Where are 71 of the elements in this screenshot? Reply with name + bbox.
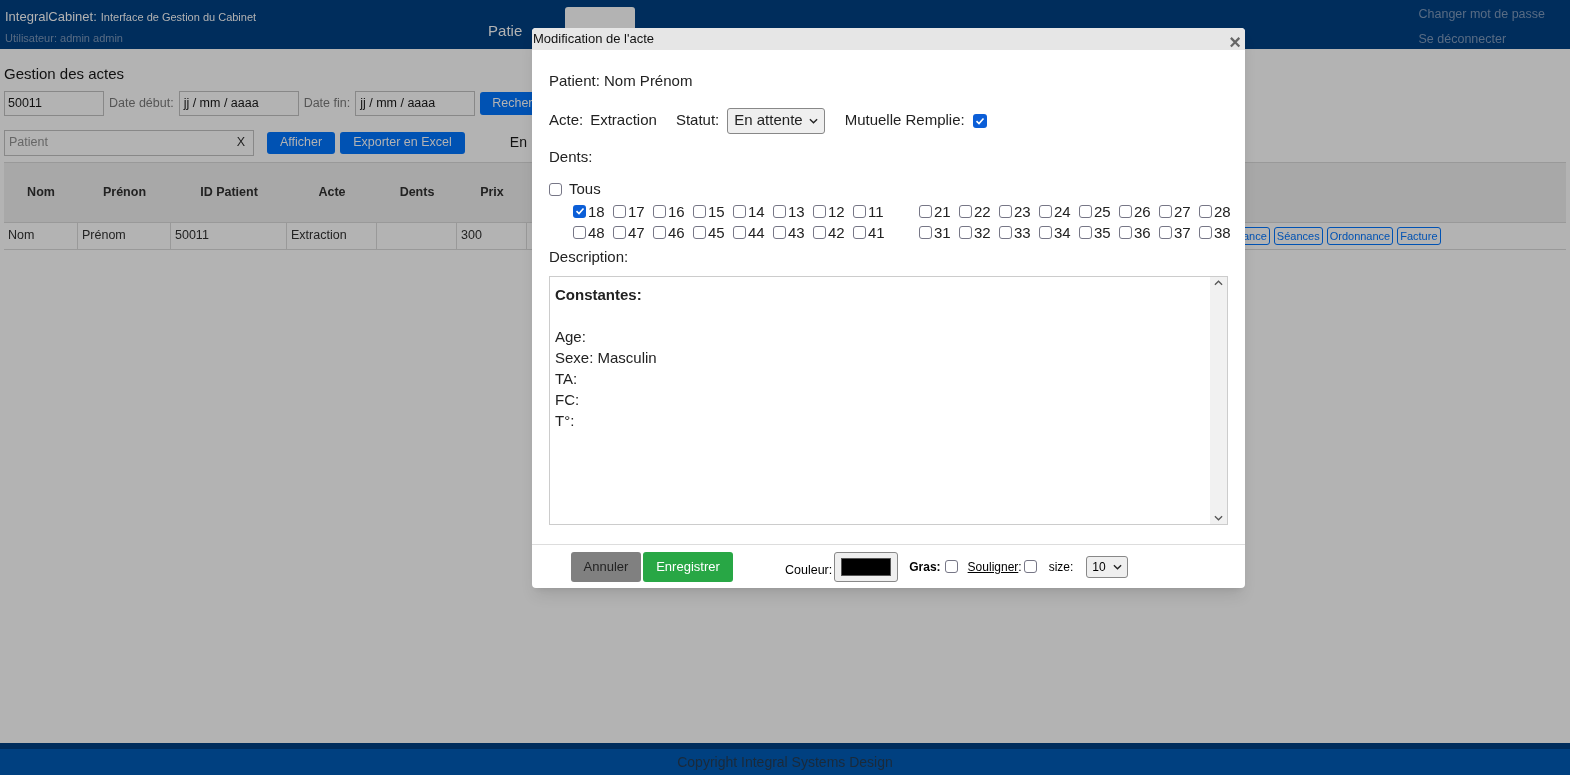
description-line: Constantes: [555,285,642,305]
tooth-label: 47 [628,222,645,243]
description-line: FC: [555,390,580,410]
tooth-label: 28 [1214,201,1231,222]
all-label: Tous [569,179,601,199]
tooth-label: 22 [974,201,991,222]
tooth-label: 35 [1094,222,1111,243]
table-cell: Nom [4,222,78,249]
description-line: TA: [555,369,578,389]
insurance-label: Mutuelle Remplie: [844,110,965,131]
tooth-label: 17 [628,201,645,222]
status-label: Statut: [675,110,720,131]
description-line: Age: [555,327,586,347]
page-title: Gestion des actes [4,64,125,84]
table-cell: Extraction [287,222,377,249]
column-header: Nom [26,183,56,201]
tooth-label: 36 [1134,222,1151,243]
tooth-label: 43 [788,222,805,243]
user-label: Utilisateur: admin admin [5,30,124,46]
app-name: IntegralCabinet: [5,8,97,26]
column-header: Prénon [101,183,148,201]
tooth-label: 45 [708,222,725,243]
underline-label: Souligner: [967,558,1022,576]
tooth-label: 31 [934,222,951,243]
tooth-label: 14 [748,201,765,222]
column-header: Dents [398,183,436,201]
app-subtitle: Interface de Gestion du Cabinet [100,10,257,25]
start-date-label: Date début: [109,94,174,112]
table-cell: 50011 [171,222,287,249]
tooth-label: 33 [1014,222,1031,243]
description-label: Description: [549,246,630,267]
tooth-label: 27 [1174,201,1191,222]
tooth-label: 38 [1214,222,1231,243]
tooth-label: 26 [1134,201,1151,222]
tooth-label: 25 [1094,201,1111,222]
copyright-text: Copyright Integral Systems Design [677,752,893,772]
column-header: ID Patient [199,183,259,201]
filter-text: En [509,133,527,152]
tooth-label: 15 [708,201,725,222]
tooth-label: 11 [868,201,884,222]
table-cell: 300 [457,222,527,249]
act-value: Extraction [590,110,657,131]
modal-title: Modification de l'acte [533,30,654,49]
tooth-label: 32 [974,222,991,243]
tooth-label: 21 [934,201,951,222]
tooth-label: 23 [1014,201,1031,222]
teeth-label: Dents: [549,146,594,167]
description-line: Sexe: Masculin [555,348,657,368]
tooth-label: 42 [828,222,845,243]
act-label: Acte: [549,110,584,131]
tooth-label: 46 [668,222,685,243]
tooth-label: 18 [588,201,605,222]
tooth-label: 41 [868,222,885,243]
column-header: Prix [479,183,505,201]
tooth-label: 13 [788,201,805,222]
tooth-label: 12 [828,201,845,222]
end-date-label: Date fin: [303,94,351,112]
patient-name: Patient: Nom Prénom [549,71,694,91]
tooth-label: 16 [668,201,685,222]
description-line: T°: [555,411,575,431]
tooth-label: 48 [588,222,605,243]
tooth-label: 44 [748,222,765,243]
column-header: Acte [317,183,347,201]
tooth-label: 34 [1054,222,1071,243]
tooth-label: 37 [1174,222,1191,243]
bold-label: Gras: [909,558,941,576]
size-label: size: [1048,558,1074,576]
color-label: Couleur: [785,562,833,580]
table-cell: Prénom [78,222,171,249]
placeholder-text: Patient [9,134,48,152]
tooth-label: 24 [1054,201,1071,222]
